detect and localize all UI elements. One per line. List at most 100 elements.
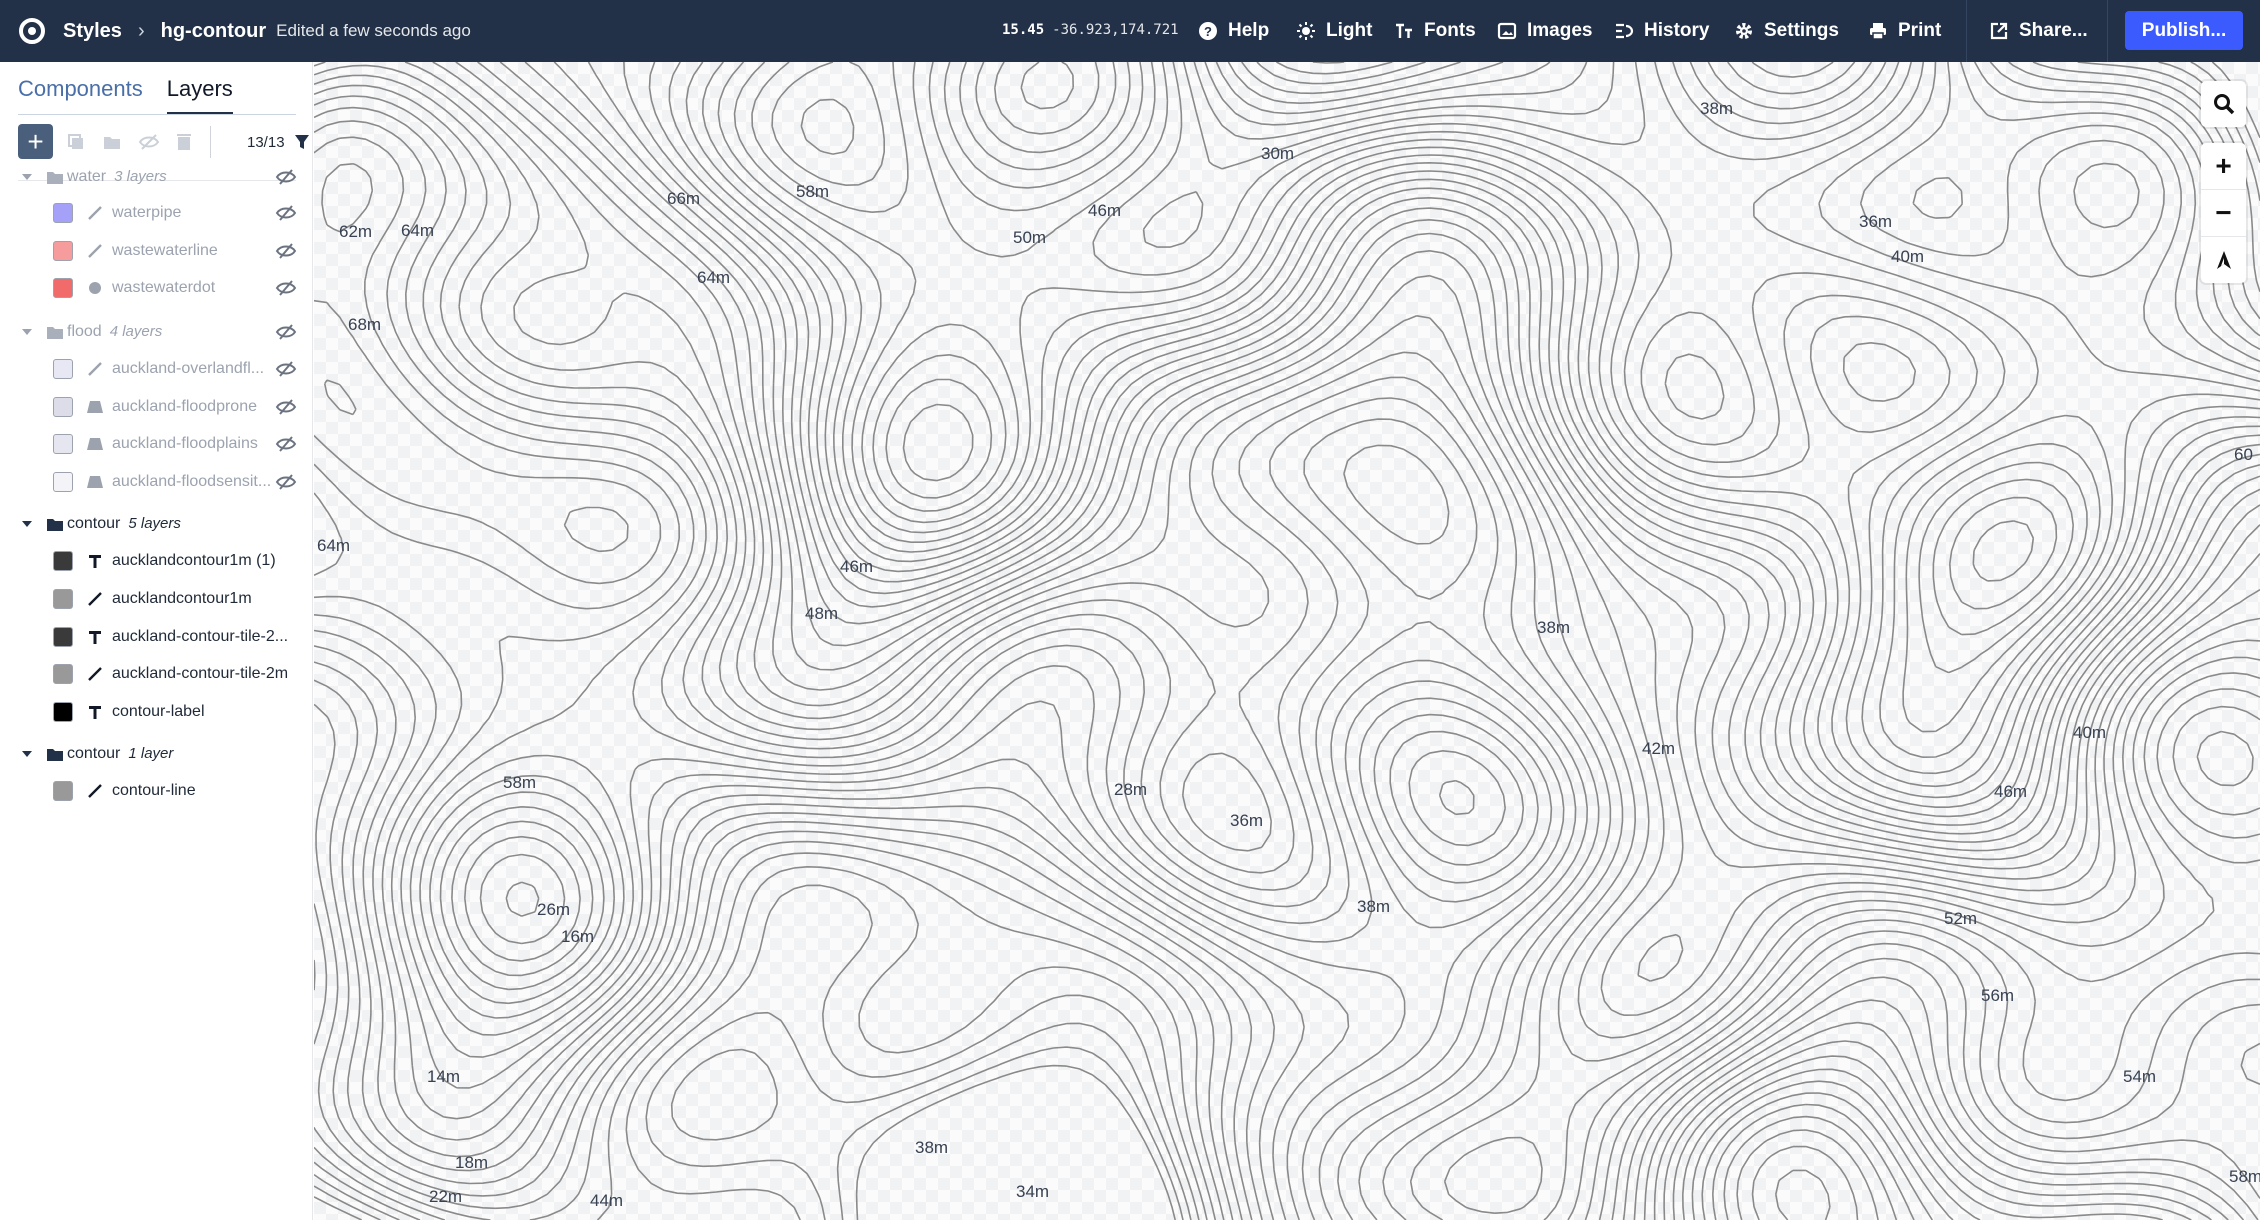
layer-filter-count[interactable]: 13/13 — [247, 134, 285, 151]
layer-item[interactable]: auckland-floodprone — [0, 389, 313, 425]
layer-item[interactable]: auckland-contour-tile-2... — [0, 619, 313, 655]
layer-item[interactable]: auckland-contour-tile-2m — [0, 656, 313, 692]
compass-icon[interactable] — [2201, 236, 2246, 283]
layer-item[interactable]: auckland-floodsensit... — [0, 464, 313, 500]
layer-item[interactable]: contour-label — [0, 694, 313, 730]
visibility-toggle-icon[interactable] — [275, 360, 297, 378]
layer-group-flood[interactable]: flood 4 layers — [0, 314, 313, 350]
contour-elevation-label: 58m — [796, 182, 830, 201]
hide-icon[interactable] — [138, 132, 160, 152]
visibility-toggle-icon[interactable] — [275, 242, 297, 260]
contour-elevation-label: 56m — [1981, 986, 2015, 1005]
search-icon[interactable] — [2201, 81, 2246, 127]
svg-text:?: ? — [1204, 24, 1212, 39]
history-button[interactable]: History — [1613, 18, 1709, 44]
layer-item[interactable]: auckland-overlandfl... — [0, 351, 313, 387]
map-canvas[interactable]: 38m 30m 36m 40m 58m 66m 46m 50m 62m 64m 64m 68m 64m 4… — [314, 62, 2260, 1220]
visibility-toggle-icon[interactable] — [275, 279, 297, 297]
layer-color-swatch[interactable] — [53, 434, 73, 454]
contour-elevation-label: 60 — [2234, 445, 2253, 464]
folder-icon — [47, 748, 63, 761]
breadcrumb-styles[interactable]: Styles — [63, 20, 122, 43]
visibility-toggle-icon[interactable] — [275, 323, 297, 341]
layer-name: auckland-floodsensit... — [112, 473, 272, 490]
group-label: contour 5 layers — [67, 515, 181, 533]
layer-color-swatch[interactable] — [53, 589, 73, 609]
visibility-toggle-icon[interactable] — [275, 435, 297, 453]
trash-icon[interactable] — [174, 132, 194, 152]
contour-lines — [314, 62, 2260, 1220]
group-label: water 3 layers — [67, 168, 167, 186]
app-logo-icon[interactable] — [19, 18, 45, 44]
layer-color-swatch[interactable] — [53, 472, 73, 492]
layer-color-swatch[interactable] — [53, 781, 73, 801]
layer-color-swatch[interactable] — [53, 664, 73, 684]
layer-color-swatch[interactable] — [53, 627, 73, 647]
layer-color-swatch[interactable] — [53, 702, 73, 722]
group-label: flood 4 layers — [67, 323, 162, 341]
zoom-in-button[interactable]: + — [2201, 143, 2246, 189]
contour-elevation-label: 62m — [339, 222, 373, 241]
layer-item[interactable]: contour-line — [0, 773, 313, 809]
fonts-button[interactable]: Fonts — [1393, 18, 1476, 44]
layer-type-line-icon — [86, 204, 104, 222]
contour-elevation-label: 50m — [1013, 228, 1047, 247]
contour-elevation-label: 40m — [2073, 723, 2107, 742]
chevron-down-icon[interactable] — [22, 521, 32, 527]
layer-color-swatch[interactable] — [53, 241, 73, 261]
visibility-toggle-icon[interactable] — [275, 204, 297, 222]
contour-elevation-label: 54m — [2123, 1067, 2157, 1086]
chevron-down-icon[interactable] — [22, 751, 32, 757]
layer-item[interactable]: aucklandcontour1m — [0, 581, 313, 617]
group-layer-count: 1 layer — [128, 745, 174, 762]
layer-item[interactable]: waterpipe — [0, 195, 313, 231]
layer-group-water[interactable]: water 3 layers — [0, 159, 313, 195]
layer-item[interactable]: wastewaterdot — [0, 270, 313, 306]
share-button[interactable]: Share... — [1988, 18, 2088, 44]
duplicate-icon[interactable] — [66, 132, 86, 152]
contour-elevation-label: 28m — [1114, 780, 1148, 799]
group-name: contour — [67, 745, 121, 762]
layer-name: aucklandcontour1m — [112, 590, 252, 607]
project-name[interactable]: hg-contour — [161, 20, 267, 43]
layer-color-swatch[interactable] — [53, 397, 73, 417]
visibility-toggle-icon[interactable] — [275, 168, 297, 186]
zoom-out-button[interactable]: − — [2201, 189, 2246, 236]
layer-item[interactable]: wastewaterline — [0, 233, 313, 269]
chevron-down-icon[interactable] — [22, 174, 32, 180]
layer-item[interactable]: aucklandcontour1m (1) — [0, 543, 313, 579]
share-icon — [1988, 20, 2010, 42]
top-bar: Styles › hg-contour Edited a few seconds… — [0, 0, 2260, 62]
layer-item[interactable]: auckland-floodplains — [0, 426, 313, 462]
add-layer-button[interactable]: + — [18, 124, 53, 159]
publish-button[interactable]: Publish... — [2125, 11, 2243, 50]
layer-color-swatch[interactable] — [53, 551, 73, 571]
print-button[interactable]: Print — [1867, 18, 1941, 44]
folder-icon[interactable] — [102, 132, 122, 152]
map-search-control[interactable] — [2201, 81, 2246, 127]
settings-label: Settings — [1764, 20, 1839, 41]
layer-group-contour[interactable]: contour 1 layer — [0, 736, 313, 772]
help-label: Help — [1228, 20, 1270, 41]
visibility-toggle-icon[interactable] — [275, 398, 297, 416]
contour-elevation-label: 46m — [840, 557, 874, 576]
visibility-toggle-icon[interactable] — [275, 473, 297, 491]
images-button[interactable]: Images — [1496, 18, 1592, 44]
layer-color-swatch[interactable] — [53, 359, 73, 379]
group-name: flood — [67, 323, 102, 340]
layer-color-swatch[interactable] — [53, 203, 73, 223]
light-theme-button[interactable]: Light — [1295, 18, 1372, 44]
layer-name: auckland-floodprone — [112, 398, 257, 415]
layer-name: auckland-overlandfl... — [112, 360, 265, 377]
settings-button[interactable]: Settings — [1733, 18, 1839, 44]
contour-elevation-label: 16m — [561, 927, 595, 946]
chevron-down-icon[interactable] — [22, 329, 32, 335]
layer-color-swatch[interactable] — [53, 278, 73, 298]
filter-icon[interactable] — [294, 133, 310, 151]
layer-name: wastewaterline — [112, 242, 218, 259]
layers-sidebar: Components Layers + 13/13 water 3 layers w… — [0, 62, 313, 1220]
contour-elevation-label: 58m — [503, 773, 537, 792]
help-button[interactable]: ? Help — [1197, 18, 1269, 44]
layer-group-contour[interactable]: contour 5 layers — [0, 506, 313, 542]
layer-type-line-icon — [86, 360, 104, 378]
